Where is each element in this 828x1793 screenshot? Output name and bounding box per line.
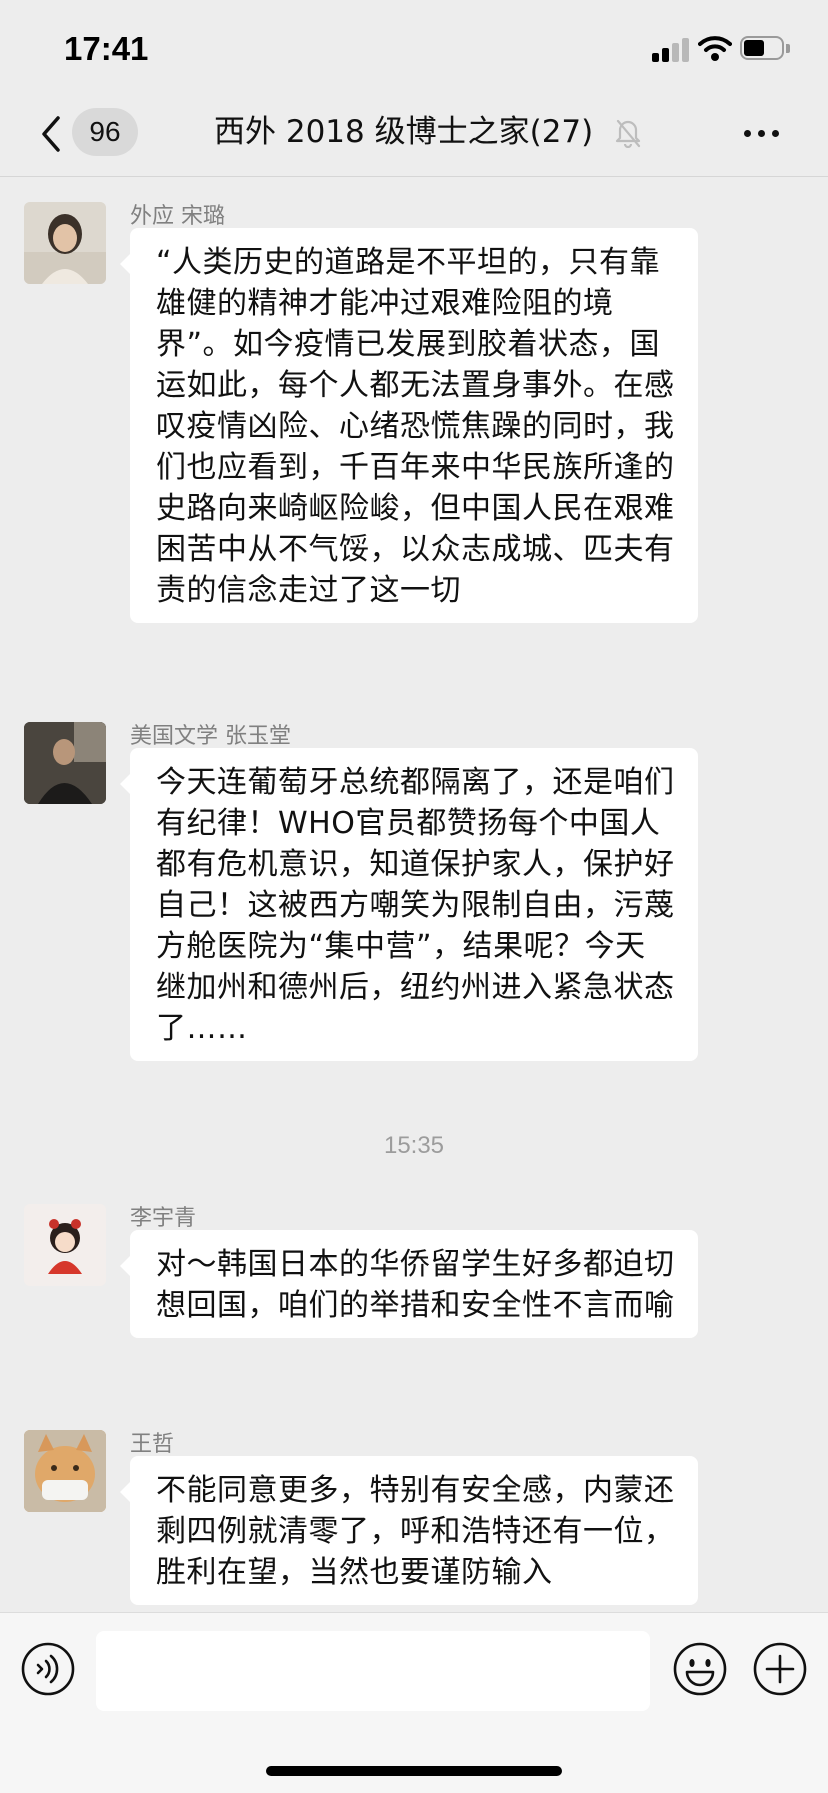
avatar[interactable] xyxy=(24,202,106,284)
battery-icon xyxy=(740,36,792,62)
avatar[interactable] xyxy=(24,1430,106,1512)
nav-bar: 96 西外 2018 级博士之家(27) xyxy=(0,100,828,177)
message-bubble[interactable]: 今天连葡萄牙总统都隔离了，还是咱们有纪律！WHO官员都赞扬每个中国人都有危机意识… xyxy=(120,748,698,1061)
timestamp: 15:35 xyxy=(383,1132,445,1159)
signal-icon xyxy=(652,38,690,62)
status-time: 17:41 xyxy=(64,30,149,67)
message-text: 对～韩国日本的华侨留学生好多都迫切想回国，咱们的举措和安全性不言而喻 xyxy=(156,1247,675,1323)
plus-circle-icon[interactable] xyxy=(752,1641,808,1697)
home-indicator[interactable] xyxy=(266,1766,562,1776)
status-bar: 17:41 xyxy=(0,0,828,100)
message-text: 不能同意更多，特别有安全感，内蒙还剩四例就清零了，呼和浩特还有一位，胜利在望，当… xyxy=(156,1473,675,1590)
unread-count-badge[interactable]: 96 xyxy=(72,108,138,156)
message-bubble[interactable]: 对～韩国日本的华侨留学生好多都迫切想回国，咱们的举措和安全性不言而喻 xyxy=(120,1230,698,1338)
sender-name: 王哲 xyxy=(130,1432,175,1457)
sender-name: 美国文学 张玉堂 xyxy=(130,724,291,749)
avatar[interactable] xyxy=(24,1204,106,1286)
avatar[interactable] xyxy=(24,722,106,804)
message-text: 今天连葡萄牙总统都隔离了，还是咱们有纪律！WHO官员都赞扬每个中国人都有危机意识… xyxy=(156,765,675,1046)
wifi-icon xyxy=(698,36,732,61)
emoji-icon[interactable] xyxy=(672,1641,728,1697)
sender-name: 李宇青 xyxy=(130,1206,197,1231)
message-input[interactable] xyxy=(96,1631,650,1711)
message-text: “人类历史的道路是不平坦的，只有靠雄健的精神才能冲过艰难险阻的境界”。如今疫情已… xyxy=(156,245,675,608)
message-bubble[interactable]: 不能同意更多，特别有安全感，内蒙还剩四例就清零了，呼和浩特还有一位，胜利在望，当… xyxy=(120,1456,698,1605)
bell-slash-icon xyxy=(615,119,641,148)
chevron-left-icon[interactable] xyxy=(38,114,64,154)
sender-name: 外应 宋璐 xyxy=(130,204,225,229)
voice-icon[interactable] xyxy=(20,1641,76,1697)
message-bubble[interactable]: “人类历史的道路是不平坦的，只有靠雄健的精神才能冲过艰难险阻的境界”。如今疫情已… xyxy=(120,228,698,623)
chat-title: 西外 2018 级博士之家(27) xyxy=(214,114,594,150)
